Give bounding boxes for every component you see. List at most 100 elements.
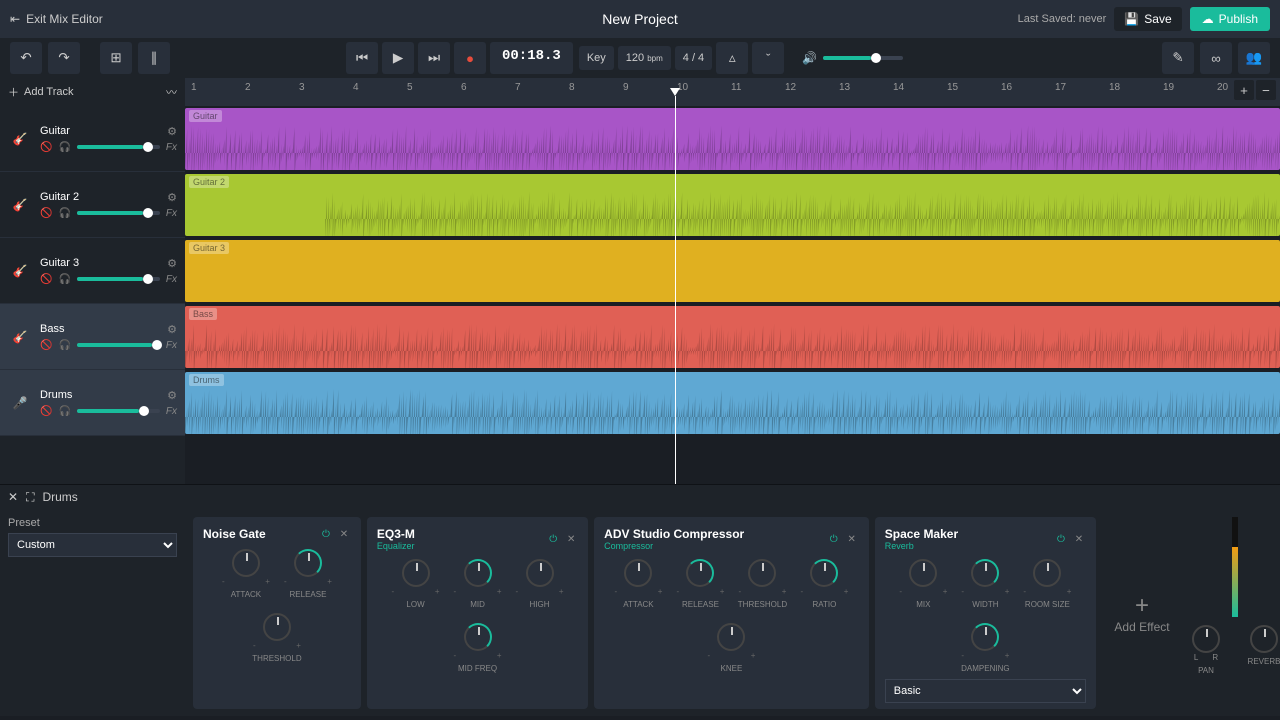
gear-icon[interactable]: ⚙ — [167, 191, 177, 204]
exit-button[interactable]: ⇤ Exit Mix Editor — [10, 12, 103, 26]
close-icon[interactable]: ✕ — [1072, 532, 1086, 546]
automation-icon[interactable]: 〰 — [166, 84, 177, 100]
loop-button[interactable]: ∞ — [1200, 42, 1232, 74]
power-icon[interactable]: ⏻ — [546, 532, 560, 546]
audio-clip[interactable]: Guitar — [185, 108, 1280, 170]
timeline[interactable]: + − 1234567891011121314151617181920 Guit… — [185, 78, 1280, 484]
mute-button[interactable]: 🚫 — [40, 142, 52, 153]
zoom-in-button[interactable]: + — [1234, 80, 1254, 100]
save-button[interactable]: 💾 Save — [1114, 7, 1181, 31]
close-icon[interactable]: ✕ — [845, 532, 859, 546]
fx-button[interactable]: Fx — [166, 274, 177, 285]
close-icon[interactable]: ✕ — [337, 527, 351, 541]
track-volume-slider[interactable] — [77, 145, 160, 149]
knob-dampening[interactable] — [971, 623, 999, 651]
knob-release[interactable] — [686, 559, 714, 587]
knob-knee[interactable] — [717, 623, 745, 651]
solo-button[interactable]: 🎧 — [58, 406, 70, 417]
knob-mid[interactable] — [464, 559, 492, 587]
pencil-button[interactable]: ✎ — [1162, 42, 1194, 74]
solo-button[interactable]: 🎧 — [58, 208, 70, 219]
add-track-button[interactable]: ＋ Add Track — [8, 84, 74, 100]
fx-button[interactable]: Fx — [166, 340, 177, 351]
clip-lane[interactable]: Bass — [185, 304, 1280, 370]
mute-button[interactable]: 🚫 — [40, 274, 52, 285]
track-row[interactable]: 🎸 Guitar 2⚙ 🚫 🎧 Fx — [0, 172, 185, 238]
knob-mid-freq[interactable] — [464, 623, 492, 651]
tempo-display[interactable]: 120 bpm — [618, 46, 671, 70]
audio-clip[interactable]: Guitar 2 — [185, 174, 1280, 236]
track-volume-slider[interactable] — [77, 343, 160, 347]
solo-button[interactable]: 🎧 — [58, 274, 70, 285]
knob-low[interactable] — [402, 559, 430, 587]
audio-clip[interactable]: Drums — [185, 372, 1280, 434]
dropdown-button[interactable]: ˇ — [752, 42, 784, 74]
knob-attack[interactable] — [232, 549, 260, 577]
knob-threshold[interactable] — [748, 559, 776, 587]
clip-lane[interactable]: Guitar 2 — [185, 172, 1280, 238]
module-preset-select[interactable]: Basic — [885, 679, 1086, 703]
gear-icon[interactable]: ⚙ — [167, 323, 177, 336]
track-row[interactable]: 🎸 Guitar⚙ 🚫 🎧 Fx — [0, 106, 185, 172]
knob-high[interactable] — [526, 559, 554, 587]
expand-effects-button[interactable]: ⛶ — [26, 490, 34, 505]
knob-width[interactable] — [971, 559, 999, 587]
track-row[interactable]: 🎸 Guitar 3⚙ 🚫 🎧 Fx — [0, 238, 185, 304]
knob-attack[interactable] — [624, 559, 652, 587]
clip-lane[interactable]: Guitar — [185, 106, 1280, 172]
knob-room-size[interactable] — [1033, 559, 1061, 587]
skip-forward-button[interactable]: ⏭ — [418, 42, 450, 74]
fx-button[interactable]: Fx — [166, 142, 177, 153]
track-row[interactable]: 🎤 Drums⚙ 🚫 🎧 Fx — [0, 370, 185, 436]
reverb-knob[interactable] — [1250, 625, 1278, 653]
playhead[interactable] — [675, 96, 676, 484]
gear-icon[interactable]: ⚙ — [167, 125, 177, 138]
knob-release[interactable] — [294, 549, 322, 577]
clip-lane[interactable]: Drums — [185, 370, 1280, 436]
track-volume-slider[interactable] — [77, 277, 160, 281]
record-button[interactable]: ● — [454, 42, 486, 74]
fx-button[interactable]: Fx — [166, 208, 177, 219]
track-volume-slider[interactable] — [77, 409, 160, 413]
track-row[interactable]: 🎸 Bass⚙ 🚫 🎧 Fx — [0, 304, 185, 370]
mute-button[interactable]: 🚫 — [40, 406, 52, 417]
power-icon[interactable]: ⏻ — [319, 527, 333, 541]
knob-ratio[interactable] — [810, 559, 838, 587]
preset-select[interactable]: Custom — [8, 533, 177, 557]
collab-button[interactable]: 👥 — [1238, 42, 1270, 74]
solo-button[interactable]: 🎧 — [58, 340, 70, 351]
project-title[interactable]: New Project — [602, 11, 677, 27]
ruler[interactable]: + − 1234567891011121314151617181920 — [185, 78, 1280, 106]
skip-back-button[interactable]: ⏮ — [346, 42, 378, 74]
audio-clip[interactable]: Bass — [185, 306, 1280, 368]
undo-button[interactable]: ↶ — [10, 42, 42, 74]
close-effects-button[interactable]: ✕ — [8, 490, 18, 504]
timesig-display[interactable]: 4 / 4 — [675, 46, 712, 70]
knob-threshold[interactable] — [263, 613, 291, 641]
publish-button[interactable]: ☁ Publish — [1190, 7, 1270, 31]
master-volume[interactable]: 🔊 — [802, 51, 903, 65]
power-icon[interactable]: ⏻ — [1054, 532, 1068, 546]
solo-button[interactable]: 🎧 — [58, 142, 70, 153]
fx-button[interactable]: Fx — [166, 406, 177, 417]
knob-mix[interactable] — [909, 559, 937, 587]
snap-button[interactable]: ⊞ — [100, 42, 132, 74]
zoom-out-button[interactable]: − — [1256, 80, 1276, 100]
mute-button[interactable]: 🚫 — [40, 208, 52, 219]
close-icon[interactable]: ✕ — [564, 532, 578, 546]
clip-lane[interactable]: Guitar 3 — [185, 238, 1280, 304]
time-display[interactable]: 00:18.3 — [490, 42, 573, 74]
audio-clip[interactable]: Guitar 3 — [185, 240, 1280, 302]
pan-knob[interactable] — [1192, 625, 1220, 653]
power-icon[interactable]: ⏻ — [827, 532, 841, 546]
redo-button[interactable]: ↷ — [48, 42, 80, 74]
metronome-button[interactable]: ▵ — [716, 42, 748, 74]
key-display[interactable]: Key — [579, 46, 614, 70]
gear-icon[interactable]: ⚙ — [167, 257, 177, 270]
track-volume-slider[interactable] — [77, 211, 160, 215]
play-button[interactable]: ▶ — [382, 42, 414, 74]
mute-button[interactable]: 🚫 — [40, 340, 52, 351]
gear-icon[interactable]: ⚙ — [167, 389, 177, 402]
add-effect-button[interactable]: +Add Effect — [1102, 517, 1182, 709]
split-button[interactable]: ∥ — [138, 42, 170, 74]
